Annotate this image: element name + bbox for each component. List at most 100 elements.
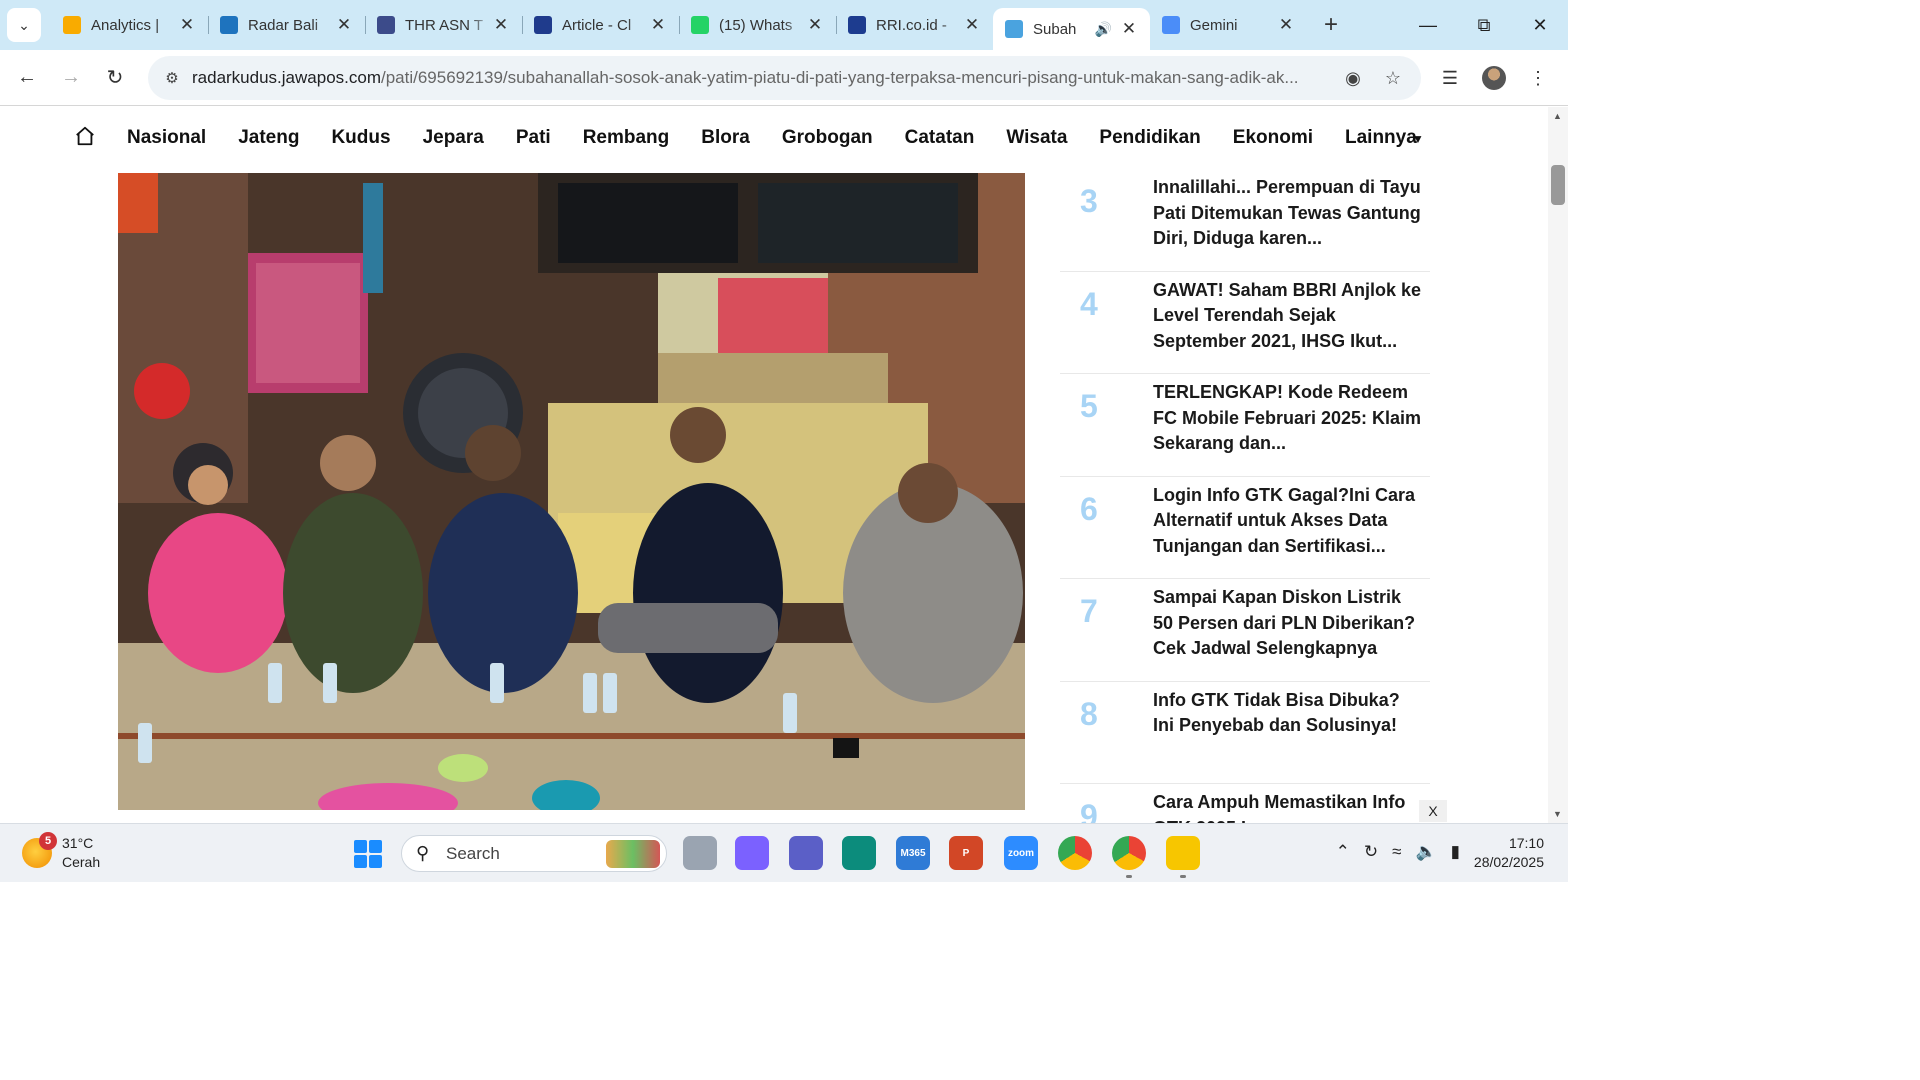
trending-rank: 4 bbox=[1080, 285, 1098, 322]
close-ad-button[interactable]: X bbox=[1419, 800, 1447, 822]
tab-search-button[interactable]: ⌄ bbox=[7, 8, 41, 42]
browser-toolbar: ← → ↻ ⚙ radarkudus.jawapos.com/pati/6956… bbox=[0, 50, 1568, 106]
copilot-icon[interactable] bbox=[735, 836, 769, 870]
profile-button[interactable] bbox=[1472, 66, 1516, 90]
nav-item-kudus[interactable]: Kudus bbox=[331, 127, 390, 149]
scroll-up-icon[interactable]: ▲ bbox=[1553, 111, 1562, 121]
restore-button[interactable]: ⧉ bbox=[1456, 0, 1512, 50]
weather-widget[interactable]: 5 31°C Cerah bbox=[22, 832, 101, 872]
trending-headline-link[interactable]: Sampai Kapan Diskon Listrik 50 Persen da… bbox=[1153, 585, 1423, 662]
back-button[interactable]: ← bbox=[5, 56, 49, 100]
app-label: M365 bbox=[900, 847, 926, 859]
trending-headline-link[interactable]: TERLENGKAP! Kode Redeem FC Mobile Februa… bbox=[1153, 380, 1423, 457]
task-view-icon[interactable] bbox=[683, 836, 717, 870]
reload-button[interactable]: ↻ bbox=[93, 56, 137, 100]
scroll-down-icon[interactable]: ▼ bbox=[1553, 809, 1562, 819]
nav-item-rembang[interactable]: Rembang bbox=[583, 127, 670, 149]
tab-title: Subah bbox=[1033, 20, 1077, 38]
nav-item-nasional[interactable]: Nasional bbox=[127, 127, 206, 149]
volume-icon[interactable]: 🔈 bbox=[1415, 842, 1436, 862]
home-icon[interactable] bbox=[74, 125, 96, 147]
nav-item-wisata[interactable]: Wisata bbox=[1006, 127, 1067, 149]
tab-title: Radar Bali bbox=[248, 16, 319, 34]
sync-icon[interactable]: ↻ bbox=[1364, 842, 1378, 862]
windows-logo-pane bbox=[354, 855, 367, 868]
taskbar-search[interactable]: ⚲ Search bbox=[401, 835, 667, 872]
analytics-icon bbox=[63, 16, 81, 34]
nav-item-ekonomi[interactable]: Ekonomi bbox=[1233, 127, 1313, 149]
trending-item[interactable]: 6 Login Info GTK Gagal?Ini Cara Alternati… bbox=[1060, 477, 1430, 579]
new-tab-button[interactable]: + bbox=[1313, 7, 1349, 43]
browser-tab[interactable]: (15) Whats ✕ bbox=[679, 0, 836, 50]
close-window-button[interactable]: ✕ bbox=[1512, 0, 1568, 50]
sticky-notes-icon[interactable] bbox=[1166, 836, 1200, 878]
caret-down-icon[interactable]: ▼ bbox=[1412, 132, 1424, 146]
browser-tab[interactable]: Gemini ✕ bbox=[1150, 0, 1307, 50]
trending-headline-link[interactable]: Cara Ampuh Memastikan Info GTK 2025 Lang… bbox=[1153, 790, 1423, 823]
battery-icon[interactable]: ▮ bbox=[1451, 842, 1460, 862]
close-tab-icon[interactable]: ✕ bbox=[178, 15, 196, 35]
eye-slash-icon[interactable]: ◉ bbox=[1333, 68, 1373, 89]
media-control-icon[interactable]: ☰ bbox=[1428, 68, 1472, 89]
trending-item[interactable]: 4 GAWAT! Saham BBRI Anjlok ke Level Teren… bbox=[1060, 272, 1430, 374]
close-tab-icon[interactable]: ✕ bbox=[335, 15, 353, 35]
edge-icon[interactable] bbox=[842, 836, 876, 870]
scrollbar-thumb[interactable] bbox=[1551, 165, 1565, 205]
nav-item-grobogan[interactable]: Grobogan bbox=[782, 127, 873, 149]
close-tab-icon[interactable]: ✕ bbox=[963, 15, 981, 35]
browser-tab[interactable]: Analytics | ✕ bbox=[51, 0, 208, 50]
address-bar[interactable]: ⚙ radarkudus.jawapos.com/pati/695692139/… bbox=[148, 56, 1421, 100]
nav-item-catatan[interactable]: Catatan bbox=[905, 127, 975, 149]
audio-playing-icon[interactable]: 🔊 bbox=[1095, 21, 1112, 38]
chrome-icon[interactable] bbox=[1058, 836, 1092, 870]
trending-item[interactable]: 7 Sampai Kapan Diskon Listrik 50 Persen d… bbox=[1060, 579, 1430, 682]
start-button[interactable] bbox=[354, 840, 382, 868]
close-tab-icon[interactable]: ✕ bbox=[1277, 15, 1295, 35]
m365-icon[interactable]: M365 bbox=[896, 836, 930, 870]
teams-icon[interactable] bbox=[789, 836, 823, 870]
trending-rank: 8 bbox=[1080, 695, 1098, 732]
close-tab-icon[interactable]: ✕ bbox=[1120, 19, 1138, 39]
minimize-button[interactable]: — bbox=[1400, 0, 1456, 50]
nav-item-jepara[interactable]: Jepara bbox=[423, 127, 484, 149]
close-tab-icon[interactable]: ✕ bbox=[649, 15, 667, 35]
nav-item-pendidikan[interactable]: Pendidikan bbox=[1099, 127, 1200, 149]
chrome-profile-icon[interactable] bbox=[1112, 836, 1146, 878]
trending-headline-link[interactable]: Info GTK Tidak Bisa Dibuka? Ini Penyebab… bbox=[1153, 688, 1423, 739]
nav-item-blora[interactable]: Blora bbox=[701, 127, 750, 149]
close-tab-icon[interactable]: ✕ bbox=[492, 15, 510, 35]
wifi-icon[interactable]: ≈ bbox=[1392, 842, 1401, 862]
close-tab-icon[interactable]: ✕ bbox=[806, 15, 824, 35]
page-scrollbar[interactable]: ▲ ▼ bbox=[1548, 107, 1568, 823]
chevron-up-icon[interactable]: ⌃ bbox=[1336, 842, 1350, 862]
weather-condition-text: Cerah bbox=[62, 854, 101, 870]
browser-tab[interactable]: Radar Bali ✕ bbox=[208, 0, 365, 50]
url-host: radarkudus.jawapos.com bbox=[192, 68, 381, 87]
nav-item-jateng[interactable]: Jateng bbox=[238, 127, 299, 149]
bookmark-star-icon[interactable]: ☆ bbox=[1373, 68, 1413, 89]
browser-tab[interactable]: THR ASN T ✕ bbox=[365, 0, 522, 50]
nav-item-lainnya[interactable]: Lainnya bbox=[1345, 127, 1417, 149]
trending-item[interactable]: 5 TERLENGKAP! Kode Redeem FC Mobile Febru… bbox=[1060, 374, 1430, 477]
menu-kebab-icon[interactable]: ⋮ bbox=[1516, 68, 1560, 89]
url-text[interactable]: radarkudus.jawapos.com/pati/695692139/su… bbox=[192, 68, 1333, 88]
windows-taskbar: 5 31°C Cerah ⚲ Search M365 Pzoom ⌃ ↻ ≈ 🔈 … bbox=[0, 823, 1568, 882]
zoom-icon[interactable]: zoom bbox=[1004, 836, 1038, 870]
powerpoint-icon[interactable]: P bbox=[949, 836, 983, 870]
forward-button[interactable]: → bbox=[49, 56, 93, 100]
system-clock[interactable]: 17:10 28/02/2025 bbox=[1474, 834, 1544, 872]
trending-item[interactable]: 9 Cara Ampuh Memastikan Info GTK 2025 Lan… bbox=[1060, 784, 1430, 823]
thr-icon bbox=[377, 16, 395, 34]
nav-item-pati[interactable]: Pati bbox=[516, 127, 551, 149]
trending-headline-link[interactable]: GAWAT! Saham BBRI Anjlok ke Level Terend… bbox=[1153, 278, 1423, 355]
rri-icon bbox=[848, 16, 866, 34]
trending-item[interactable]: 3 Innalillahi... Perempuan di Tayu Pati D… bbox=[1060, 169, 1430, 272]
arrow-right-icon: → bbox=[61, 66, 81, 88]
trending-item[interactable]: 8 Info GTK Tidak Bisa Dibuka? Ini Penyeba… bbox=[1060, 682, 1430, 784]
trending-headline-link[interactable]: Login Info GTK Gagal?Ini Cara Alternatif… bbox=[1153, 483, 1423, 560]
browser-tab[interactable]: Article - Cl ✕ bbox=[522, 0, 679, 50]
site-info-icon[interactable]: ⚙ bbox=[152, 69, 192, 87]
browser-tab[interactable]: RRI.co.id - ✕ bbox=[836, 0, 993, 50]
trending-headline-link[interactable]: Innalillahi... Perempuan di Tayu Pati Di… bbox=[1153, 175, 1423, 252]
browser-tab[interactable]: Subah 🔊 ✕ bbox=[993, 8, 1150, 50]
